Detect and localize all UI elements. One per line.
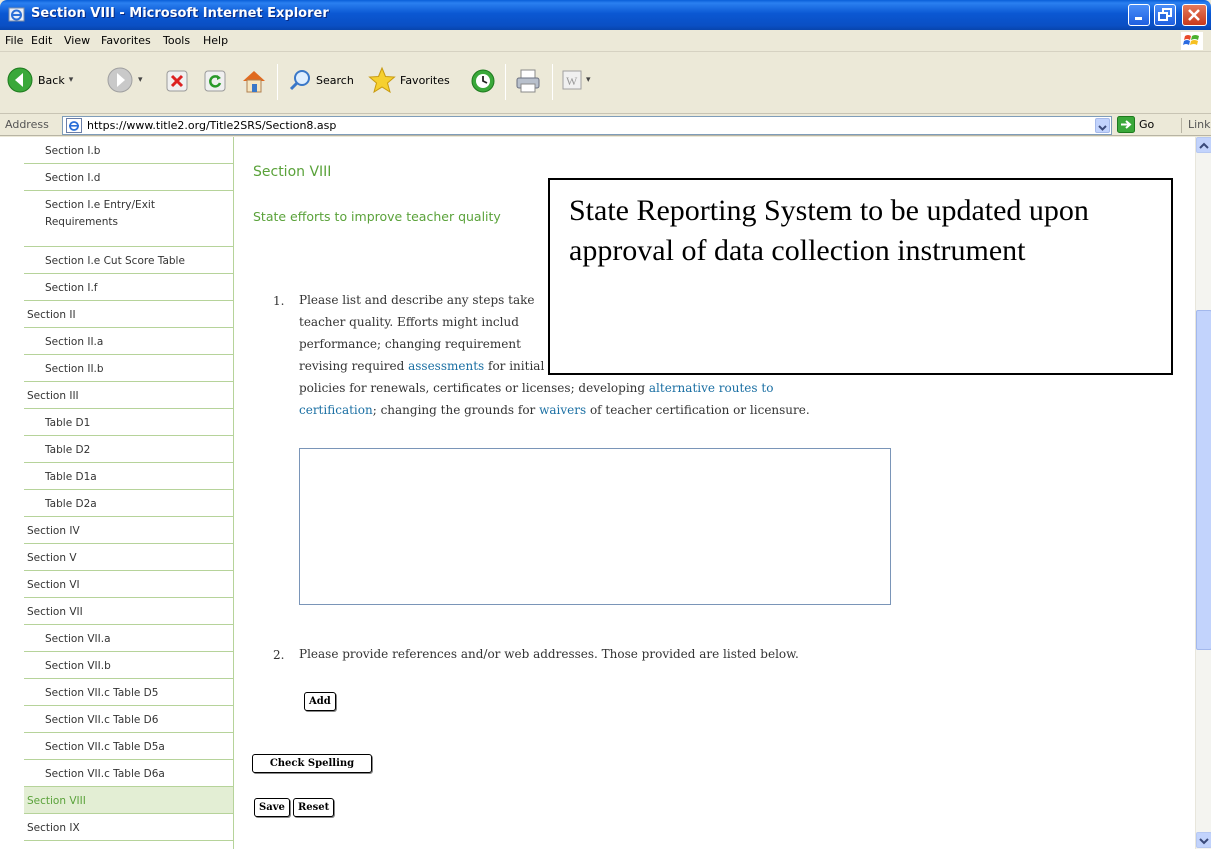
menu-favorites[interactable]: Favorites [101, 34, 151, 47]
add-button[interactable]: Add [304, 692, 336, 711]
back-arrow-icon [7, 67, 33, 93]
nav-item-section-vii-c-table-d6a[interactable]: Section VII.c Table D6a [24, 760, 233, 787]
reset-button[interactable]: Reset [293, 798, 335, 817]
scroll-thumb[interactable] [1196, 310, 1211, 650]
scroll-up-icon [1199, 142, 1209, 149]
annotation-callout: State Reporting System to be updated upo… [548, 178, 1173, 375]
internet-explorer-icon [8, 7, 25, 22]
nav-item-section-i-e-cut-score[interactable]: Section I.e Cut Score Table [24, 247, 233, 274]
print-icon[interactable] [514, 68, 542, 94]
left-navigation: Section I.b Section I.d Section I.e Entr… [24, 137, 234, 849]
address-bar: Address https://www.title2.org/Title2SRS… [0, 114, 1211, 136]
page-title: Section VIII [253, 164, 332, 180]
nav-item-section-ix[interactable]: Section IX [24, 814, 233, 841]
nav-item-section-vii-c-table-d5a[interactable]: Section VII.c Table D5a [24, 733, 233, 760]
scroll-down-button[interactable] [1196, 832, 1211, 848]
back-dropdown-icon[interactable]: ▾ [69, 75, 74, 85]
links-toolbar[interactable]: Links [1181, 118, 1211, 133]
close-icon [1188, 9, 1200, 21]
question-1-number: 1. [273, 294, 285, 308]
nav-item-table-d2[interactable]: Table D2 [24, 436, 233, 463]
go-arrow-icon [1117, 116, 1135, 133]
question-1-answer-textarea[interactable] [299, 448, 891, 605]
menu-bar: File Edit View Favorites Tools Help [0, 30, 1211, 52]
edit-button[interactable]: W ▾ [562, 70, 591, 90]
minimize-icon [1135, 17, 1142, 20]
stop-icon[interactable] [166, 70, 188, 92]
nav-item-section-iii[interactable]: Section III [24, 382, 233, 409]
nav-item-section-vii[interactable]: Section VII [24, 598, 233, 625]
search-icon [289, 70, 310, 91]
toolbar: Back ▾ ▾ Search Favorites W ▾ [0, 52, 1211, 114]
browser-window: Section VIII - Microsoft Internet Explor… [0, 0, 1211, 849]
nav-item-section-v[interactable]: Section V [24, 544, 233, 571]
waivers-link[interactable]: waivers [539, 403, 586, 417]
page-scrollbar[interactable] [1195, 137, 1211, 849]
alternative-routes-link[interactable]: alternative routes to [649, 381, 774, 395]
nav-item-section-ii[interactable]: Section II [24, 301, 233, 328]
page-icon [66, 118, 82, 133]
nav-item-section-vii-c-table-d5[interactable]: Section VII.c Table D5 [24, 679, 233, 706]
forward-arrow-icon [107, 67, 133, 93]
save-button[interactable]: Save [254, 798, 290, 817]
nav-item-section-vii-a[interactable]: Section VII.a [24, 625, 233, 652]
question-2-number: 2. [273, 648, 285, 662]
address-url: https://www.title2.org/Title2SRS/Section… [87, 119, 337, 132]
menu-edit[interactable]: Edit [31, 34, 52, 47]
edit-dropdown-icon[interactable]: ▾ [586, 75, 591, 85]
assessments-link[interactable]: assessments [408, 359, 484, 373]
nav-item-section-ii-b[interactable]: Section II.b [24, 355, 233, 382]
windows-logo-icon [1181, 32, 1203, 50]
close-button[interactable] [1182, 4, 1207, 26]
nav-item-section-iv[interactable]: Section IV [24, 517, 233, 544]
address-input[interactable]: https://www.title2.org/Title2SRS/Section… [62, 116, 1112, 135]
menu-view[interactable]: View [64, 34, 90, 47]
nav-item-section-i-b[interactable]: Section I.b [24, 137, 233, 164]
minimize-button[interactable] [1128, 4, 1150, 26]
back-button[interactable]: Back ▾ [6, 66, 73, 94]
refresh-icon[interactable] [204, 70, 226, 92]
page-subtitle: State efforts to improve teacher quality [253, 209, 501, 224]
toolbar-separator [552, 64, 553, 100]
nav-item-section-vii-c-table-d6[interactable]: Section VII.c Table D6 [24, 706, 233, 733]
search-button[interactable]: Search [288, 68, 354, 92]
restore-icon [1158, 8, 1172, 21]
favorites-button[interactable]: Favorites [368, 66, 450, 94]
nav-item-section-i-f[interactable]: Section I.f [24, 274, 233, 301]
word-icon: W [562, 70, 582, 90]
star-icon [368, 66, 396, 94]
menu-file[interactable]: File [5, 34, 23, 47]
menu-help[interactable]: Help [203, 34, 228, 47]
menu-tools[interactable]: Tools [163, 34, 190, 47]
home-icon[interactable] [240, 68, 268, 94]
nav-item-section-ii-a[interactable]: Section II.a [24, 328, 233, 355]
nav-item-section-viii[interactable]: Section VIII [24, 787, 233, 814]
check-spelling-button[interactable]: Check Spelling [252, 754, 372, 773]
history-icon[interactable] [470, 68, 496, 94]
scroll-up-button[interactable] [1196, 137, 1211, 153]
window-title: Section VIII - Microsoft Internet Explor… [31, 6, 329, 21]
toolbar-separator [505, 64, 506, 100]
go-button[interactable]: Go [1117, 116, 1154, 133]
nav-item-section-i-e-entry-exit[interactable]: Section I.e Entry/Exit Requirements [24, 191, 233, 247]
nav-item-table-d2a[interactable]: Table D2a [24, 490, 233, 517]
nav-item-section-i-d[interactable]: Section I.d [24, 164, 233, 191]
forward-button[interactable]: ▾ [106, 66, 143, 94]
certification-link[interactable]: certification [299, 403, 373, 417]
title-bar: Section VIII - Microsoft Internet Explor… [0, 0, 1211, 30]
forward-dropdown-icon[interactable]: ▾ [138, 75, 143, 85]
address-dropdown-button[interactable] [1095, 118, 1110, 133]
address-label: Address [5, 118, 49, 131]
nav-item-table-d1[interactable]: Table D1 [24, 409, 233, 436]
restore-button[interactable] [1154, 4, 1176, 26]
scroll-down-icon [1199, 838, 1209, 845]
annotation-text: State Reporting System to be updated upo… [569, 194, 1089, 267]
chevron-down-icon [1098, 125, 1107, 131]
toolbar-separator [277, 64, 278, 100]
svg-text:W: W [566, 74, 578, 88]
nav-item-section-vi[interactable]: Section VI [24, 571, 233, 598]
nav-item-table-d1a[interactable]: Table D1a [24, 463, 233, 490]
question-2-text: Please provide references and/or web add… [299, 647, 799, 661]
nav-item-section-vii-b[interactable]: Section VII.b [24, 652, 233, 679]
